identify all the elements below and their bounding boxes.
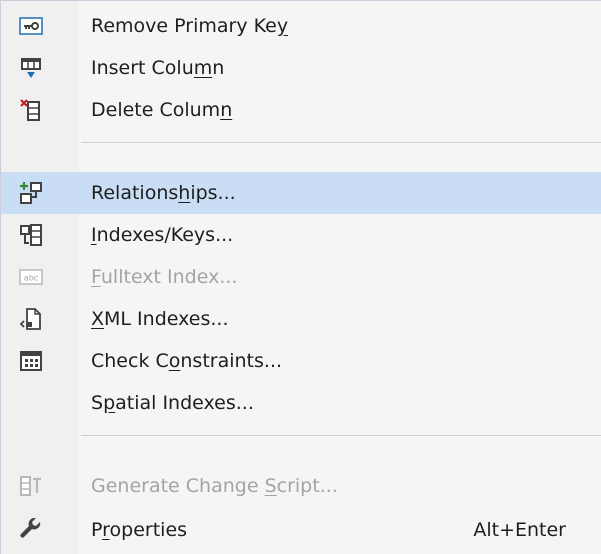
- menu-item-label: Fulltext Index...: [91, 266, 238, 288]
- primary-key-icon: [19, 17, 43, 35]
- fulltext-index-icon: abc: [19, 269, 43, 285]
- insert-column-icon: [21, 58, 41, 78]
- menu-item-label: Spatial Indexes...: [91, 392, 254, 414]
- menu-item-label: Delete Column: [91, 99, 233, 121]
- relationships-icon: [20, 182, 42, 204]
- menu-item-label: Generate Change Script...: [91, 475, 338, 497]
- check-constraints-icon: [20, 351, 42, 371]
- menu-item-remove-primary-key[interactable]: Remove Primary Key: [1, 5, 601, 47]
- menu-item-fulltext-index[interactable]: abc Fulltext Index...: [1, 256, 601, 298]
- svg-text:abc: abc: [24, 274, 38, 283]
- menu-item-label: Relationships...: [91, 182, 236, 204]
- menu-item-label: Check Constraints...: [91, 350, 283, 372]
- menu-item-spatial-indexes[interactable]: Spatial Indexes...: [1, 382, 601, 424]
- xml-indexes-icon: [19, 308, 41, 330]
- menu-item-indexes-keys[interactable]: Indexes/Keys...: [1, 214, 601, 256]
- wrench-icon: [20, 518, 41, 538]
- menu-item-label: Remove Primary Key: [91, 15, 289, 37]
- menu-item-generate-change-script[interactable]: Generate Change Script...: [1, 465, 601, 507]
- menu-item-xml-indexes[interactable]: XML Indexes...: [1, 298, 601, 340]
- menu-item-properties[interactable]: Properties Alt+Enter: [1, 509, 601, 551]
- menu-item-label: Insert Column: [91, 57, 225, 79]
- menu-item-relationships[interactable]: Relationships...: [1, 172, 601, 214]
- menu-item-label: Properties: [91, 519, 188, 541]
- indexes-keys-icon: [20, 224, 42, 246]
- menu-separator: [81, 142, 601, 143]
- menu-item-insert-column[interactable]: Insert Column: [1, 47, 601, 89]
- context-menu: Remove Primary Key Insert Column Delete …: [0, 0, 601, 554]
- delete-column-icon: [20, 99, 40, 121]
- menu-item-label: XML Indexes...: [91, 308, 229, 330]
- menu-separator: [81, 435, 601, 436]
- generate-script-icon: [20, 476, 41, 496]
- menu-item-delete-column[interactable]: Delete Column: [1, 89, 601, 131]
- menu-item-label: Indexes/Keys...: [91, 224, 234, 246]
- menu-item-check-constraints[interactable]: Check Constraints...: [1, 340, 601, 382]
- keyboard-shortcut: Alt+Enter: [473, 519, 566, 541]
